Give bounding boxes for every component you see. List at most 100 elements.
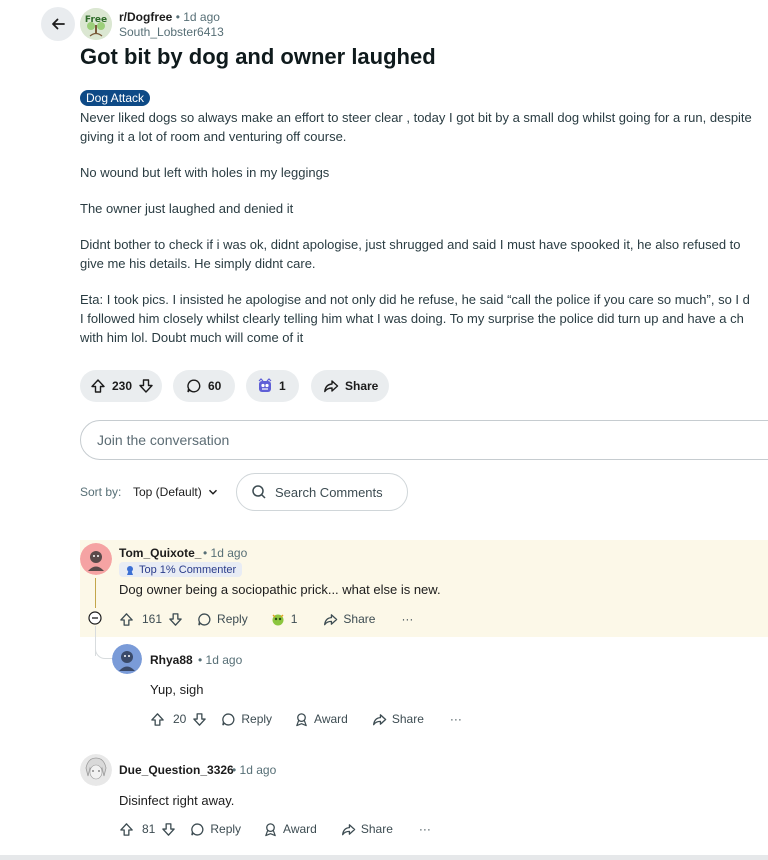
comment-actions: 20 Reply Award Share ··· [150,708,462,730]
collapse-thread-icon[interactable] [88,611,102,625]
upvote-icon [119,612,134,627]
upvote-button[interactable] [119,822,134,837]
comment-text: Disinfect right away. [119,793,235,808]
join-conversation-input[interactable]: Join the conversation [80,420,768,460]
award-button[interactable]: 1 [246,370,299,402]
back-button[interactable] [41,7,75,41]
share-button[interactable]: Share [372,712,424,727]
award-label: Award [283,822,317,836]
thread-line[interactable] [95,578,96,608]
comment-author[interactable]: Rhya88 [150,653,193,667]
share-icon [323,612,338,627]
post-flair[interactable]: Dog Attack [80,90,151,106]
downvote-button[interactable] [168,612,183,627]
upvote-button[interactable] [119,612,134,627]
reply-label: Reply [217,612,248,626]
sort-value: Top (Default) [133,485,202,499]
downvote-icon[interactable] [138,378,154,394]
post-body: Never liked dogs so always make an effor… [80,108,768,364]
award-icon [294,712,309,727]
post-vote-count: 230 [112,379,133,393]
comment-text: Dog owner being a sociopathic prick... w… [119,582,441,597]
post-vote-pill: 230 [80,370,162,402]
more-options-icon: ··· [418,822,431,836]
comments-button[interactable]: 60 [173,370,235,402]
body-paragraph: Didnt bother to check if i was ok, didnt… [80,237,741,271]
comment-vote-count: 81 [142,822,156,836]
avatar[interactable] [112,644,142,674]
more-options-button[interactable]: ··· [419,822,431,836]
reply-button[interactable]: Reply [190,822,241,837]
comment-icon [197,612,212,627]
body-paragraph: Eta: I took pics. I insisted he apologis… [80,292,750,345]
comment-time: • 1d ago [198,653,243,667]
comment-text: Yup, sigh [150,682,204,697]
downvote-icon [168,612,183,627]
award-button[interactable]: 1 [270,611,298,627]
sort-dropdown[interactable]: Top (Default) [133,485,218,499]
body-paragraph: Never liked dogs so always make an effor… [80,110,752,144]
share-label: Share [343,612,376,626]
comment-actions: 161 Reply 1 Share ··· [119,608,413,630]
share-button[interactable]: Share [323,612,375,627]
comment-author[interactable]: Due_Question_3326 [119,763,234,777]
subreddit-icon-text: Free [85,15,107,25]
subreddit-name[interactable]: r/Dogfree [119,10,172,24]
avatar[interactable] [80,754,112,786]
upvote-icon[interactable] [90,378,106,394]
award-count: 1 [279,379,286,393]
comment-vote-count: 20 [173,712,187,726]
award-button[interactable]: Award [263,822,317,837]
more-options-icon: ··· [449,712,462,726]
arrow-left-icon [50,16,66,32]
upvote-icon [119,822,134,837]
share-button[interactable]: Share [341,822,393,837]
comment-icon [186,378,202,394]
post-time: 1d ago [183,10,220,24]
top-commenter-badge: Top 1% Commenter [119,562,243,577]
chevron-down-icon [208,487,218,497]
share-label: Share [360,822,393,836]
award-icon [263,822,278,837]
reply-button[interactable]: Reply [221,712,272,727]
award-button[interactable]: Award [294,712,348,727]
badge-icon [125,565,135,575]
upvote-button[interactable] [150,712,165,727]
reply-label: Reply [210,822,242,836]
post-meta: r/Dogfree • 1d ago [119,10,220,24]
share-icon [372,712,387,727]
share-button[interactable]: Share [311,370,389,402]
downvote-icon [192,712,207,727]
award-icon [257,378,273,394]
comment-actions: 81 Reply Award Share ··· [119,818,431,840]
more-options-button[interactable]: ··· [450,712,462,726]
comment-time: • 1d ago [203,546,248,560]
post-author[interactable]: South_Lobster6413 [119,25,224,39]
share-icon [323,378,339,394]
downvote-button[interactable] [161,822,176,837]
more-options-icon: ··· [401,612,414,626]
upvote-icon [150,712,165,727]
badge-label: Top 1% Commenter [139,563,237,576]
downvote-button[interactable] [192,712,207,727]
award-count: 1 [290,612,298,626]
avatar[interactable] [80,543,112,575]
body-paragraph: No wound but left with holes in my leggi… [80,165,330,180]
search-comments-placeholder: Search Comments [275,484,383,500]
comment-author[interactable]: Tom_Quixote_ [119,546,201,560]
reply-button[interactable]: Reply [197,612,248,627]
more-options-button[interactable]: ··· [401,612,413,626]
subreddit-avatar[interactable]: Free [80,8,112,40]
comment-time: • 1d ago [232,763,277,777]
comment-icon [190,822,205,837]
share-icon [341,822,356,837]
join-conversation-placeholder: Join the conversation [97,432,230,448]
horizontal-scrollbar[interactable] [0,855,768,860]
downvote-icon [161,822,176,837]
sort-label: Sort by: [80,485,122,499]
reply-label: Reply [241,712,273,726]
comment-icon [221,712,236,727]
share-label: Share [345,379,379,393]
search-comments-input[interactable]: Search Comments [236,473,408,511]
search-icon [251,484,267,500]
